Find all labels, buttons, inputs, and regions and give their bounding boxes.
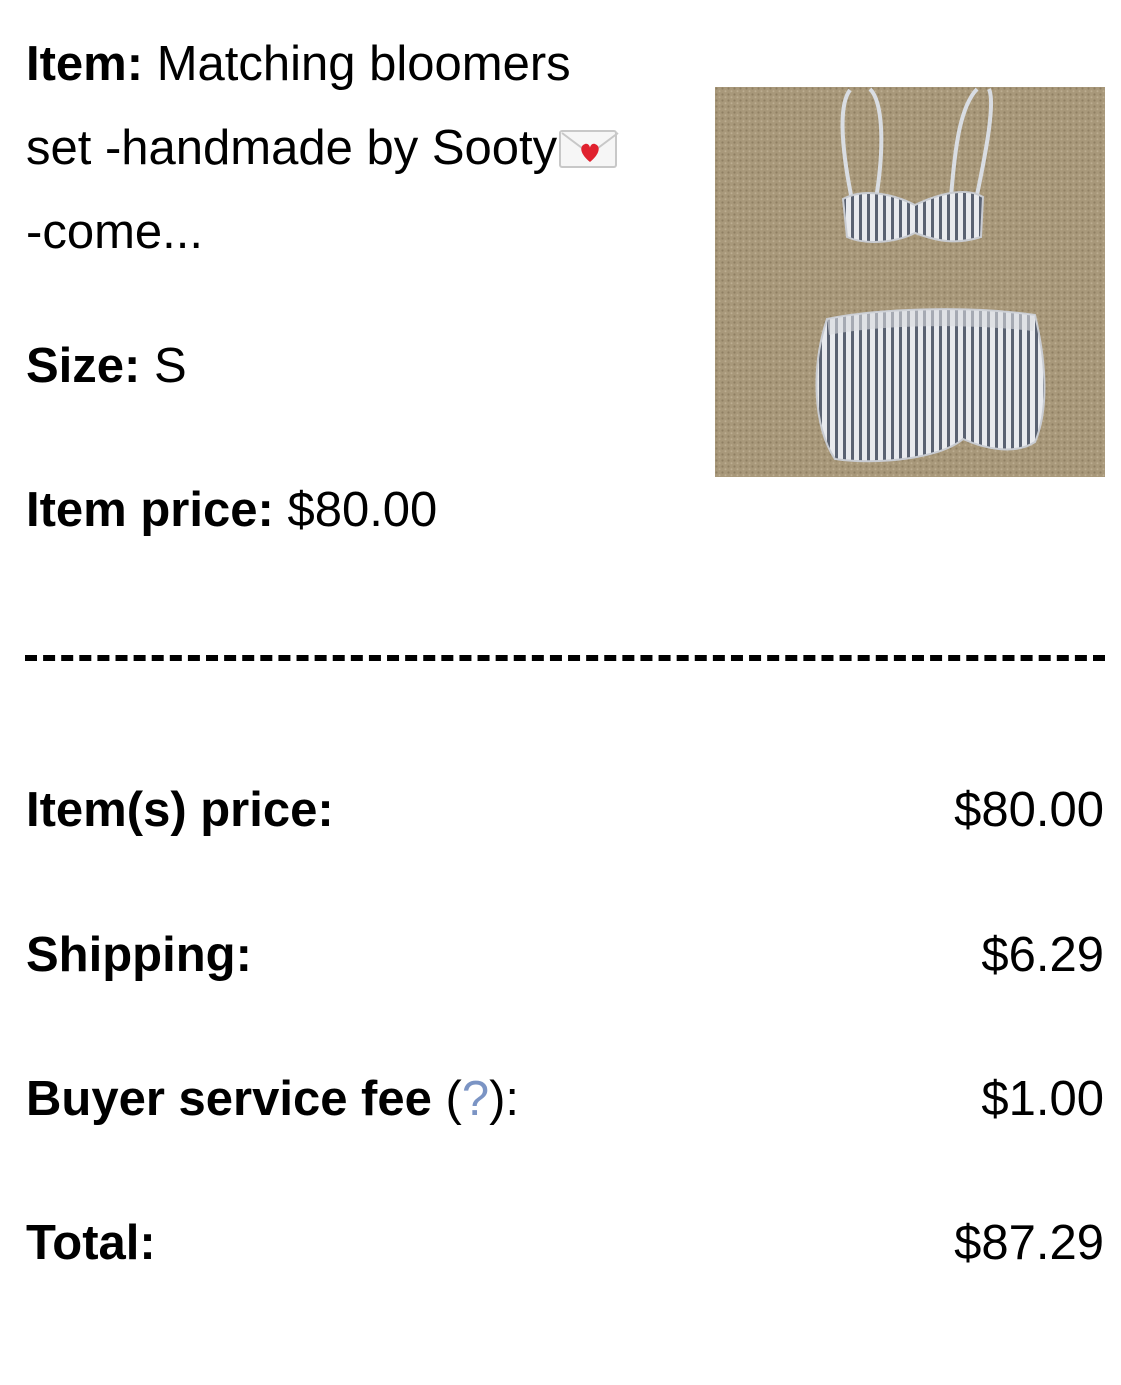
item-price-value: $80.00: [287, 483, 438, 537]
items-price-value: $80.00: [954, 783, 1104, 837]
item-price-label: Item price:: [26, 483, 274, 537]
size-value: S: [154, 339, 187, 393]
items-price-row: Item(s) price: $80.00: [26, 780, 1104, 840]
shipping-label: Shipping:: [26, 928, 252, 982]
total-label: Total:: [26, 1216, 156, 1270]
order-summary-page: Item: Matching bloomers set -handmade by…: [0, 0, 1121, 1385]
love-letter-icon: [559, 130, 619, 168]
service-fee-value: $1.00: [981, 1072, 1104, 1126]
item-details: Item: Matching bloomers set -handmade by…: [26, 22, 666, 274]
service-fee-row: Buyer service fee (?): $1.00: [26, 1069, 1104, 1129]
size-line: Size: S: [26, 336, 187, 396]
fee-paren-open: (: [431, 1072, 462, 1126]
service-fee-label-group: Buyer service fee (?):: [26, 1069, 519, 1129]
shipping-value: $6.29: [981, 928, 1104, 982]
section-divider: [25, 655, 1105, 661]
size-label: Size:: [26, 339, 141, 393]
item-title-line1: Matching bloomers: [156, 37, 571, 91]
shipping-row: Shipping: $6.29: [26, 925, 1104, 985]
item-label: Item:: [26, 37, 144, 91]
total-row: Total: $87.29: [26, 1213, 1104, 1273]
item-title-line2: set -handmade by Sooty: [26, 121, 558, 175]
service-fee-label: Buyer service fee: [26, 1072, 432, 1126]
service-fee-help-link[interactable]: ?: [462, 1072, 489, 1126]
item-title: Item: Matching bloomers set -handmade by…: [26, 22, 666, 274]
total-value: $87.29: [954, 1216, 1104, 1270]
item-title-line3: -come...: [26, 205, 203, 259]
item-photo[interactable]: [715, 87, 1105, 477]
item-price-line: Item price: $80.00: [26, 480, 437, 540]
fee-paren-close: ):: [489, 1072, 520, 1126]
items-price-label: Item(s) price:: [26, 783, 334, 837]
